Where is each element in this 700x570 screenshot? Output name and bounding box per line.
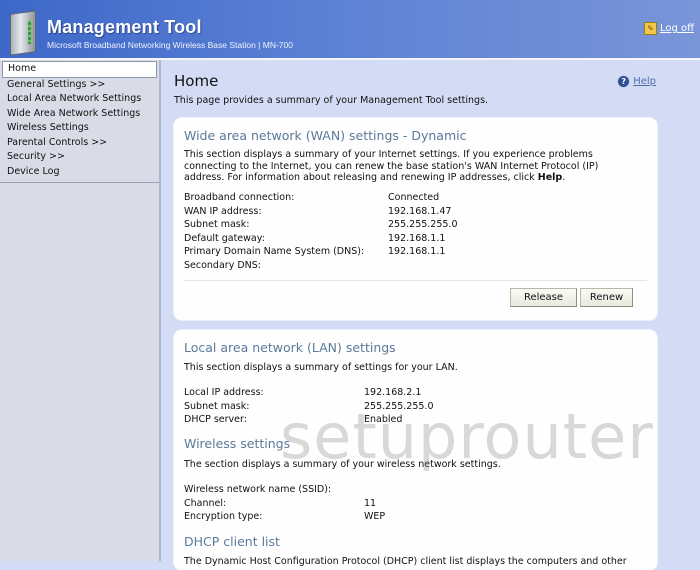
lan-row-value: Enabled: [364, 414, 403, 425]
wan-row-label: WAN IP address:: [184, 205, 262, 217]
wan-row-value: 192.168.1.47: [388, 205, 452, 217]
wan-desc-line-3: address. For information about releasing…: [184, 172, 614, 184]
sidebar-nav: Home General Settings >> Local Area Netw…: [0, 60, 161, 561]
wan-section-title: Wide area network (WAN) settings - Dynam…: [184, 128, 467, 143]
table-row: Local IP address: 192.168.2.1: [184, 386, 434, 400]
wireless-row-value: 11: [364, 497, 377, 509]
wireless-row-label: Wireless network name (SSID):: [184, 484, 332, 495]
lan-row-label: DHCP server:: [184, 414, 247, 425]
table-row: Channel: 11: [184, 497, 385, 511]
sidebar-item-wan-settings[interactable]: Wide Area Network Settings: [0, 107, 159, 122]
wireless-section-title: Wireless settings: [184, 436, 291, 451]
wan-row-label: Broadband connection:: [184, 192, 295, 203]
table-row: Subnet mask: 255.255.255.0: [184, 218, 458, 232]
wireless-settings-table: Wireless network name (SSID): Channel: 11…: [184, 483, 385, 524]
base-station-icon: [10, 10, 36, 56]
renew-button[interactable]: Renew: [580, 288, 633, 307]
sidebar-item-general-settings[interactable]: General Settings >>: [0, 78, 159, 93]
wan-settings-table: Broadband connection: Connected WAN IP ad…: [184, 191, 458, 272]
lan-row-label: Local IP address:: [184, 387, 264, 398]
lan-row-label: Subnet mask:: [184, 400, 250, 412]
wan-row-label: Subnet mask:: [184, 219, 250, 230]
app-subtitle: Microsoft Broadband Networking Wireless …: [47, 40, 293, 50]
sidebar-item-parental-controls[interactable]: Parental Controls >>: [0, 136, 159, 151]
header-banner: Management Tool Microsoft Broadband Netw…: [0, 0, 700, 60]
wan-row-label: Secondary DNS:: [184, 259, 261, 271]
page-description: This page provides a summary of your Man…: [174, 95, 489, 106]
lan-wireless-card: Local area network (LAN) settings This s…: [174, 330, 657, 570]
logoff-link[interactable]: Log off: [660, 23, 694, 34]
dhcp-section-description: The Dynamic Host Configuration Protocol …: [184, 556, 627, 567]
wan-desc-end: .: [562, 172, 566, 183]
table-row: Subnet mask: 255.255.255.0: [184, 400, 434, 414]
wan-row-value: 192.168.1.1: [388, 232, 446, 244]
nav-list: Home General Settings >> Local Area Netw…: [0, 61, 159, 183]
wan-desc-line-2: connecting to the Internet, you can rene…: [184, 160, 599, 172]
lan-section-description: This section displays a summary of setti…: [184, 362, 458, 373]
table-row: Wireless network name (SSID):: [184, 483, 385, 497]
wireless-row-label: Encryption type:: [184, 511, 263, 522]
sidebar-item-security[interactable]: Security >>: [0, 150, 159, 165]
wan-row-value: 255.255.255.0: [388, 219, 458, 230]
table-row: DHCP server: Enabled: [184, 413, 434, 427]
table-row: Primary Domain Name System (DNS): 192.168…: [184, 245, 458, 259]
wan-row-label: Primary Domain Name System (DNS):: [184, 246, 365, 257]
sidebar-item-lan-settings[interactable]: Local Area Network Settings: [0, 92, 159, 107]
table-row: Default gateway: 192.168.1.1: [184, 232, 458, 246]
table-row: Broadband connection: Connected: [184, 191, 458, 205]
lan-section-title: Local area network (LAN) settings: [184, 340, 396, 355]
release-button[interactable]: Release: [510, 288, 577, 307]
lan-row-value: 255.255.255.0: [364, 400, 434, 412]
wan-settings-card: Wide area network (WAN) settings - Dynam…: [174, 118, 657, 320]
table-row: Secondary DNS:: [184, 259, 458, 273]
wireless-row-value: WEP: [364, 511, 386, 522]
lan-row-value: 192.168.2.1: [364, 387, 422, 398]
main-content: Home This page provides a summary of you…: [161, 60, 700, 570]
help-link[interactable]: Help: [633, 76, 656, 87]
sidebar-item-home[interactable]: Home: [2, 61, 157, 78]
wan-divider: [184, 280, 647, 281]
wireless-section-description: The section displays a summary of your w…: [184, 459, 501, 470]
wan-section-description: This section displays a summary of your …: [184, 149, 614, 184]
page-title: Home: [174, 72, 219, 90]
sidebar-item-device-log[interactable]: Device Log: [0, 165, 159, 180]
help-link-group[interactable]: ? Help: [617, 75, 656, 88]
lan-settings-table: Local IP address: 192.168.2.1 Subnet mask…: [184, 386, 434, 427]
wan-row-label: Default gateway:: [184, 232, 265, 244]
wireless-row-label: Channel:: [184, 497, 227, 509]
wan-row-value: 192.168.1.1: [388, 246, 446, 257]
sidebar-item-wireless-settings[interactable]: Wireless Settings: [0, 121, 159, 136]
wan-desc-text: address. For information about releasing…: [184, 172, 538, 183]
table-row: Encryption type: WEP: [184, 510, 385, 524]
logoff-link-group[interactable]: ✎ Log off: [643, 22, 694, 35]
question-circle-icon[interactable]: ?: [617, 75, 631, 88]
dhcp-section-title: DHCP client list: [184, 534, 280, 549]
wan-row-value: Connected: [388, 192, 440, 203]
wan-desc-help-word: Help: [537, 172, 563, 183]
app-title: Management Tool: [47, 17, 202, 37]
table-row: WAN IP address: 192.168.1.47: [184, 205, 458, 219]
wan-desc-line-1: This section displays a summary of your …: [184, 149, 593, 160]
logoff-key-icon[interactable]: ✎: [643, 22, 657, 35]
